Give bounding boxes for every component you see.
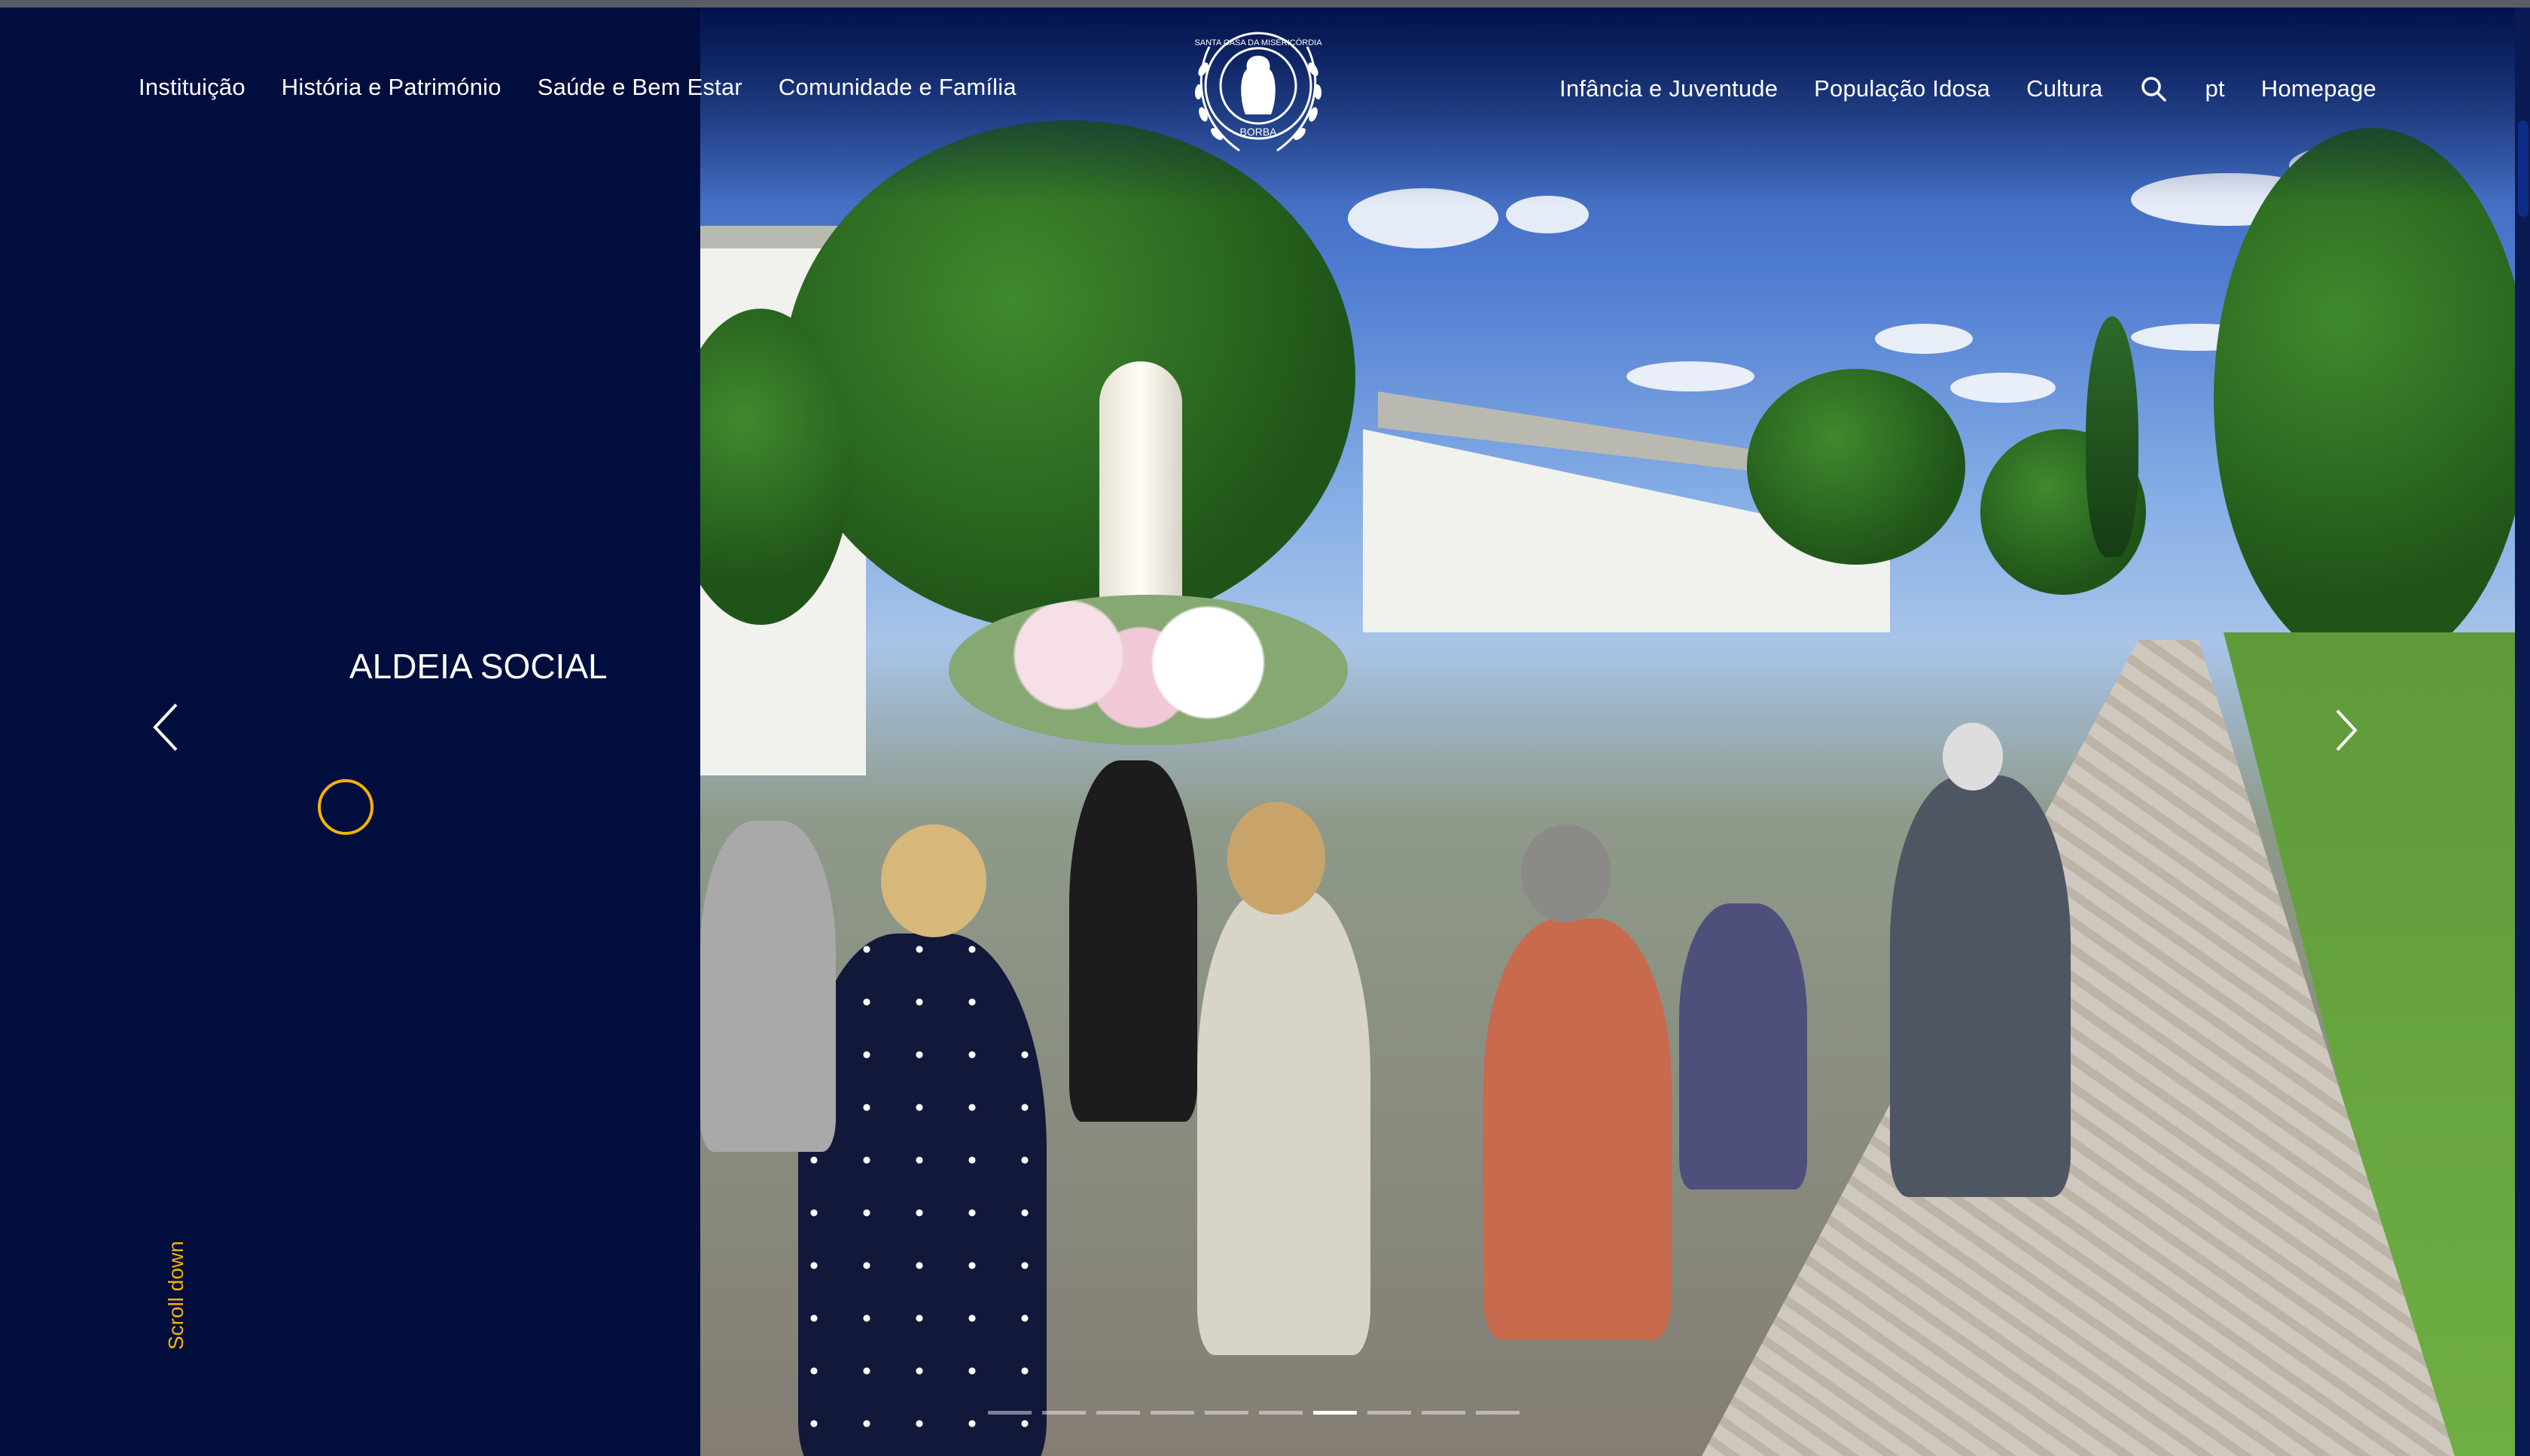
nav-saude-bem-estar[interactable]: Saúde e Bem Estar: [538, 74, 742, 101]
person-beige: [1197, 888, 1370, 1355]
main-nav-right: Infância e Juventude População Idosa Cul…: [1559, 74, 2376, 104]
nav-instituicao[interactable]: Instituição: [139, 74, 245, 101]
scrollbar-thumb[interactable]: [2518, 120, 2528, 217]
tree: [2214, 128, 2515, 670]
search-icon[interactable]: [2138, 74, 2169, 104]
person-head: [1521, 824, 1611, 922]
person-orange: [1483, 918, 1672, 1340]
hero-image: [700, 8, 2515, 1456]
cloud: [1875, 324, 1973, 354]
slider-dot[interactable]: [1422, 1411, 1465, 1415]
tree: [1747, 369, 1965, 565]
nav-homepage[interactable]: Homepage: [2261, 75, 2376, 102]
logo-bottom-text: BORBA: [1239, 126, 1277, 138]
slider-dot[interactable]: [1313, 1411, 1357, 1415]
person-floral: [1679, 903, 1807, 1189]
slide-title: ALDEIA SOCIAL: [349, 647, 608, 686]
person-grey: [700, 821, 836, 1152]
slider-dot[interactable]: [1151, 1411, 1194, 1415]
slider-dot[interactable]: [1096, 1411, 1140, 1415]
slide-progress-circle[interactable]: [318, 779, 373, 835]
slider-dot[interactable]: [1042, 1411, 1086, 1415]
nav-cultura[interactable]: Cultura: [2026, 75, 2102, 102]
person-head: [1943, 723, 2003, 790]
scrollbar-track[interactable]: [2515, 8, 2530, 1456]
statue: [1099, 361, 1182, 610]
language-selector[interactable]: pt: [2205, 75, 2224, 102]
slider-dot[interactable]: [988, 1411, 1032, 1415]
nav-populacao-idosa[interactable]: População Idosa: [1814, 75, 1990, 102]
chevron-right-icon[interactable]: [2331, 708, 2361, 753]
nav-infancia-juventude[interactable]: Infância e Juventude: [1559, 75, 1778, 102]
person-black: [1069, 760, 1197, 1122]
cypress-tree: [2086, 316, 2138, 557]
cloud: [1626, 361, 1754, 391]
nav-historia-patrimonio[interactable]: História e Património: [282, 74, 501, 101]
slider-dot[interactable]: [1259, 1411, 1303, 1415]
person-striped: [1890, 775, 2071, 1197]
scroll-down-link[interactable]: Scroll down: [164, 1241, 188, 1350]
person-head: [1227, 802, 1325, 915]
logo-top-text: SANTA CASA DA MISERICÓRDIA: [1194, 38, 1322, 47]
slider-dot[interactable]: [1476, 1411, 1520, 1415]
left-panel: [0, 8, 700, 1456]
cloud: [1950, 373, 2056, 403]
browser-top-strip: [0, 0, 2530, 8]
person-head: [881, 824, 986, 937]
main-nav-left: Instituição História e Património Saúde …: [139, 74, 1017, 101]
slider-pagination: [988, 1411, 1520, 1415]
site-logo[interactable]: SANTA CASA DA MISERICÓRDIA BORBA: [1179, 17, 1337, 166]
flower-arrangement: [949, 595, 1348, 745]
chevron-left-icon[interactable]: [151, 702, 181, 753]
slider-dot[interactable]: [1367, 1411, 1411, 1415]
header-shade: [700, 8, 2515, 203]
nav-comunidade-familia[interactable]: Comunidade e Família: [779, 74, 1017, 101]
slider-dot[interactable]: [1205, 1411, 1248, 1415]
